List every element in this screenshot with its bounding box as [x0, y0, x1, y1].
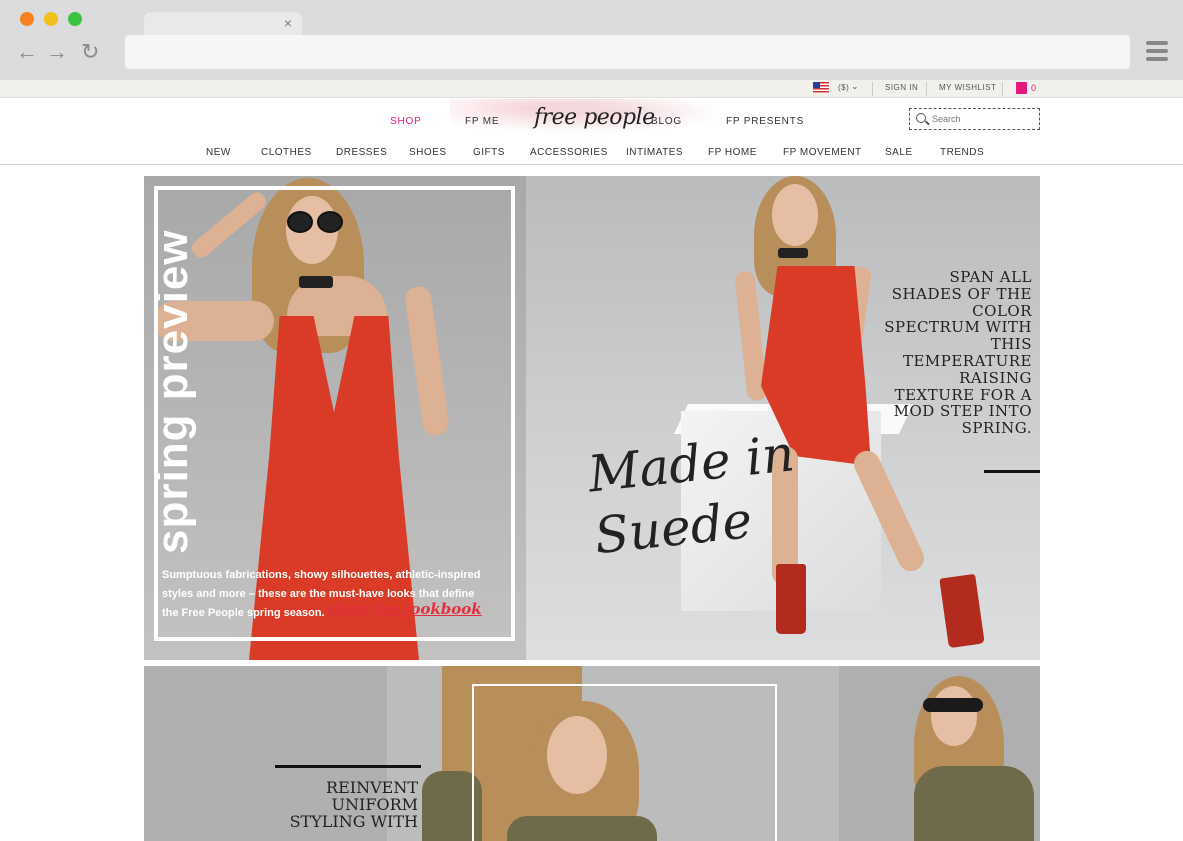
- hero-title: spring preview: [148, 229, 197, 554]
- shopping-bag-icon[interactable]: [1016, 82, 1027, 94]
- hero-suede-panel[interactable]: SPAN ALL SHADES OF THE COLOR SPECTRUM WI…: [526, 176, 1040, 660]
- shop-the-lookbook-link[interactable]: shop the lookbook: [327, 600, 482, 618]
- top-nav-fp-me[interactable]: FP ME: [465, 116, 499, 127]
- hamburger-menu-icon[interactable]: [1146, 41, 1168, 63]
- site-header: SHOP FP ME free people BLOG FP PRESENTS …: [0, 99, 1183, 165]
- reinvent-uniform-text: REINVENT UNIFORM STYLING WITH: [289, 778, 418, 831]
- browser-tab[interactable]: ×: [144, 12, 302, 36]
- free-people-logo[interactable]: free people: [534, 105, 655, 130]
- reload-icon[interactable]: ↻: [81, 40, 99, 64]
- back-arrow-icon[interactable]: ←: [16, 40, 38, 64]
- us-flag-icon[interactable]: [813, 82, 829, 93]
- black-rule: [275, 765, 421, 768]
- sign-in-link[interactable]: SIGN IN: [885, 83, 918, 92]
- nav-sale[interactable]: SALE: [885, 147, 913, 158]
- nav-accessories[interactable]: ACCESSORIES: [530, 147, 608, 158]
- minimize-window-button[interactable]: [44, 12, 58, 26]
- chevron-down-icon[interactable]: ⌄: [851, 81, 859, 92]
- made-in-suede-script: Made in Suede: [585, 424, 798, 566]
- utility-bar: ($) ⌄ SIGN IN MY WISHLIST 0: [0, 80, 1183, 98]
- tab-close-icon[interactable]: ×: [284, 15, 292, 31]
- nav-fp-movement[interactable]: FP MOVEMENT: [783, 147, 862, 158]
- nav-new[interactable]: NEW: [206, 147, 231, 158]
- divider: [872, 82, 873, 96]
- suede-description: SPAN ALL SHADES OF THE COLOR SPECTRUM WI…: [884, 268, 1032, 438]
- top-nav-fp-presents[interactable]: FP PRESENTS: [726, 116, 804, 127]
- divider: [1002, 82, 1003, 96]
- search-box[interactable]: [909, 108, 1040, 130]
- top-nav-shop[interactable]: SHOP: [390, 116, 422, 127]
- nav-dresses[interactable]: DRESSES: [336, 147, 387, 158]
- hero-spring-preview-panel[interactable]: spring preview Sumptuous fabrications, s…: [144, 176, 526, 660]
- wishlist-link[interactable]: MY WISHLIST: [939, 83, 996, 92]
- close-window-button[interactable]: [20, 12, 34, 26]
- top-nav-blog[interactable]: BLOG: [651, 116, 682, 127]
- web-page: ($) ⌄ SIGN IN MY WISHLIST 0 SHOP FP ME f…: [0, 80, 1183, 841]
- white-frame: [472, 684, 777, 841]
- url-bar[interactable]: [125, 35, 1130, 69]
- nav-clothes[interactable]: CLOTHES: [261, 147, 312, 158]
- nav-trends[interactable]: TRENDS: [940, 147, 984, 158]
- search-icon[interactable]: [916, 113, 926, 123]
- maximize-window-button[interactable]: [68, 12, 82, 26]
- currency-selector[interactable]: ($): [838, 83, 849, 92]
- uniform-panel-right[interactable]: [839, 666, 1040, 841]
- search-input[interactable]: [932, 112, 1032, 126]
- browser-chrome: × ← → ↻: [0, 0, 1183, 80]
- bag-count[interactable]: 0: [1031, 83, 1036, 93]
- forward-arrow-icon[interactable]: →: [46, 40, 68, 64]
- nav-shoes[interactable]: SHOES: [409, 147, 447, 158]
- nav-intimates[interactable]: INTIMATES: [626, 147, 683, 158]
- uniform-panel-center[interactable]: [387, 666, 839, 841]
- black-rule: [984, 470, 1040, 473]
- nav-fp-home[interactable]: FP HOME: [708, 147, 757, 158]
- divider: [926, 82, 927, 96]
- nav-gifts[interactable]: GIFTS: [473, 147, 505, 158]
